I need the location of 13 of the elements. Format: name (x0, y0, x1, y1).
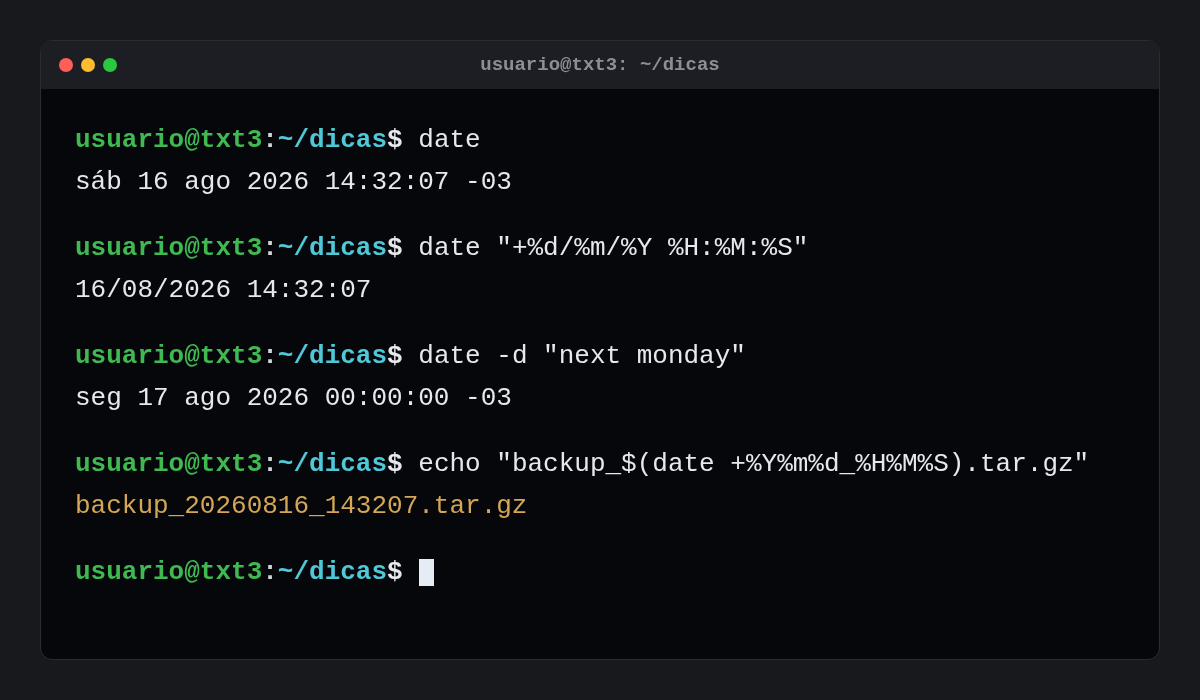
command-output: seg 17 ago 2026 00:00:00 -03 (75, 381, 512, 415)
window-control-button[interactable] (59, 58, 73, 72)
command-line: usuario@txt3:~/dicas$ date "+%d/%m/%Y %H:%M:%S" (75, 231, 809, 265)
command-line: usuario@txt3:~/dicas$ echo "backup_$(date +%Y%m%d_%H%M%S).tar.gz" (75, 447, 1090, 481)
command-line: usuario@txt3:~/dicas$ (75, 555, 403, 589)
command-output: sáb 16 ago 2026 14:32:07 -03 (75, 165, 512, 199)
window-title: usuario@txt3: ~/dicas (480, 52, 720, 78)
command-output: 16/08/2026 14:32:07 (75, 273, 372, 307)
window-control-button[interactable] (81, 58, 95, 72)
window-control-button[interactable] (103, 58, 117, 72)
command-line: usuario@txt3:~/dicas$ date (75, 123, 481, 157)
command-output: backup_20260816_143207.tar.gz (75, 489, 528, 523)
command-line: usuario@txt3:~/dicas$ date -d "next monday" (75, 339, 746, 373)
